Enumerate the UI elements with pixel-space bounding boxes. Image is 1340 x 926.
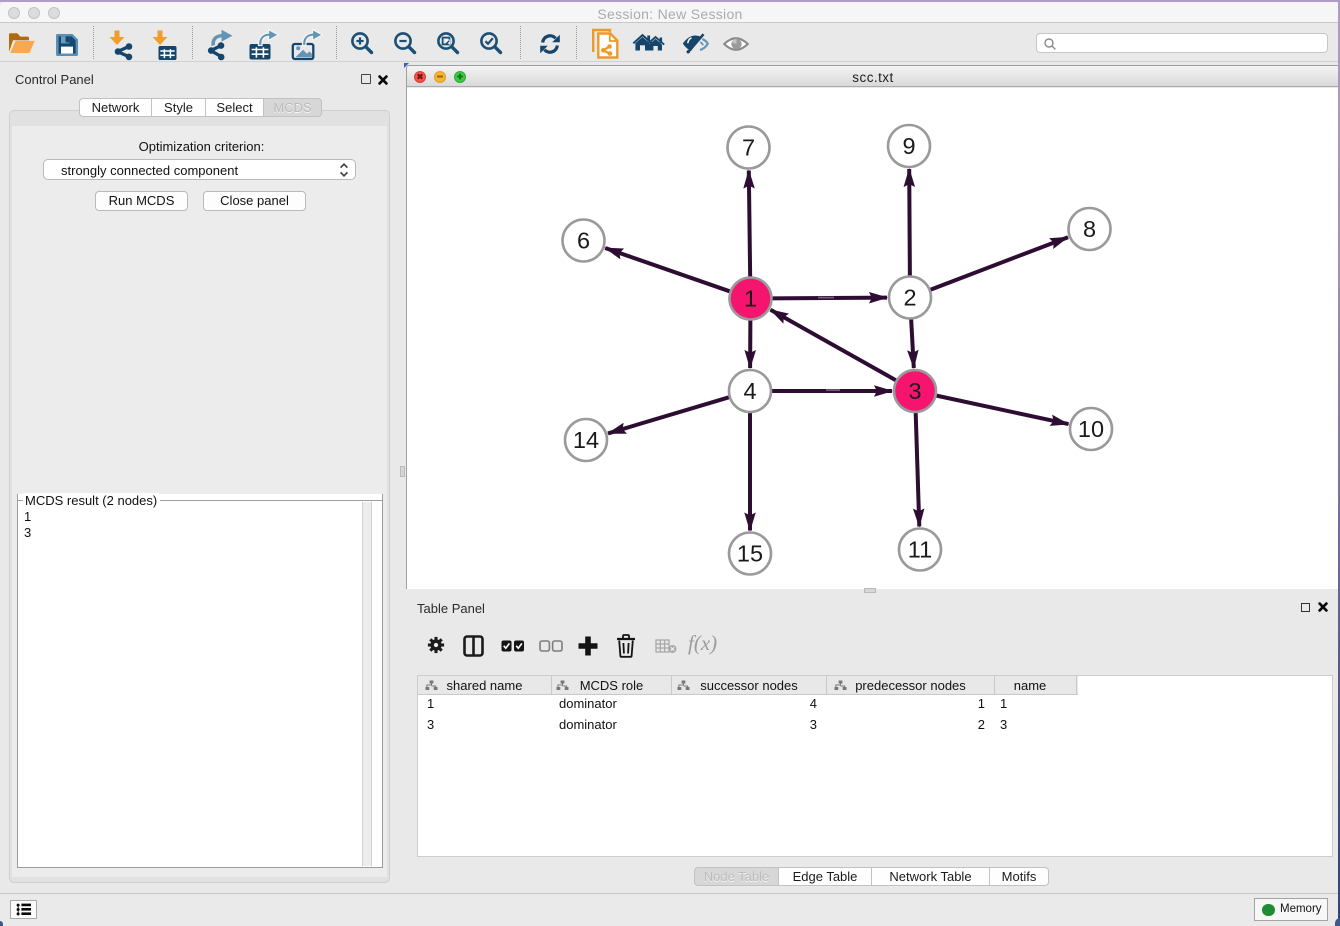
svg-text:11: 11 [908,537,932,563]
svg-text:7: 7 [742,135,755,161]
svg-text:9: 9 [902,133,915,159]
svg-text:15: 15 [737,541,763,567]
svg-text:2: 2 [903,285,916,311]
svg-text:3: 3 [908,378,921,404]
svg-text:10: 10 [1078,416,1104,442]
svg-text:1: 1 [744,286,757,312]
svg-text:4: 4 [743,378,756,404]
svg-text:14: 14 [573,427,599,453]
svg-text:8: 8 [1083,216,1096,242]
svg-text:6: 6 [577,228,590,254]
